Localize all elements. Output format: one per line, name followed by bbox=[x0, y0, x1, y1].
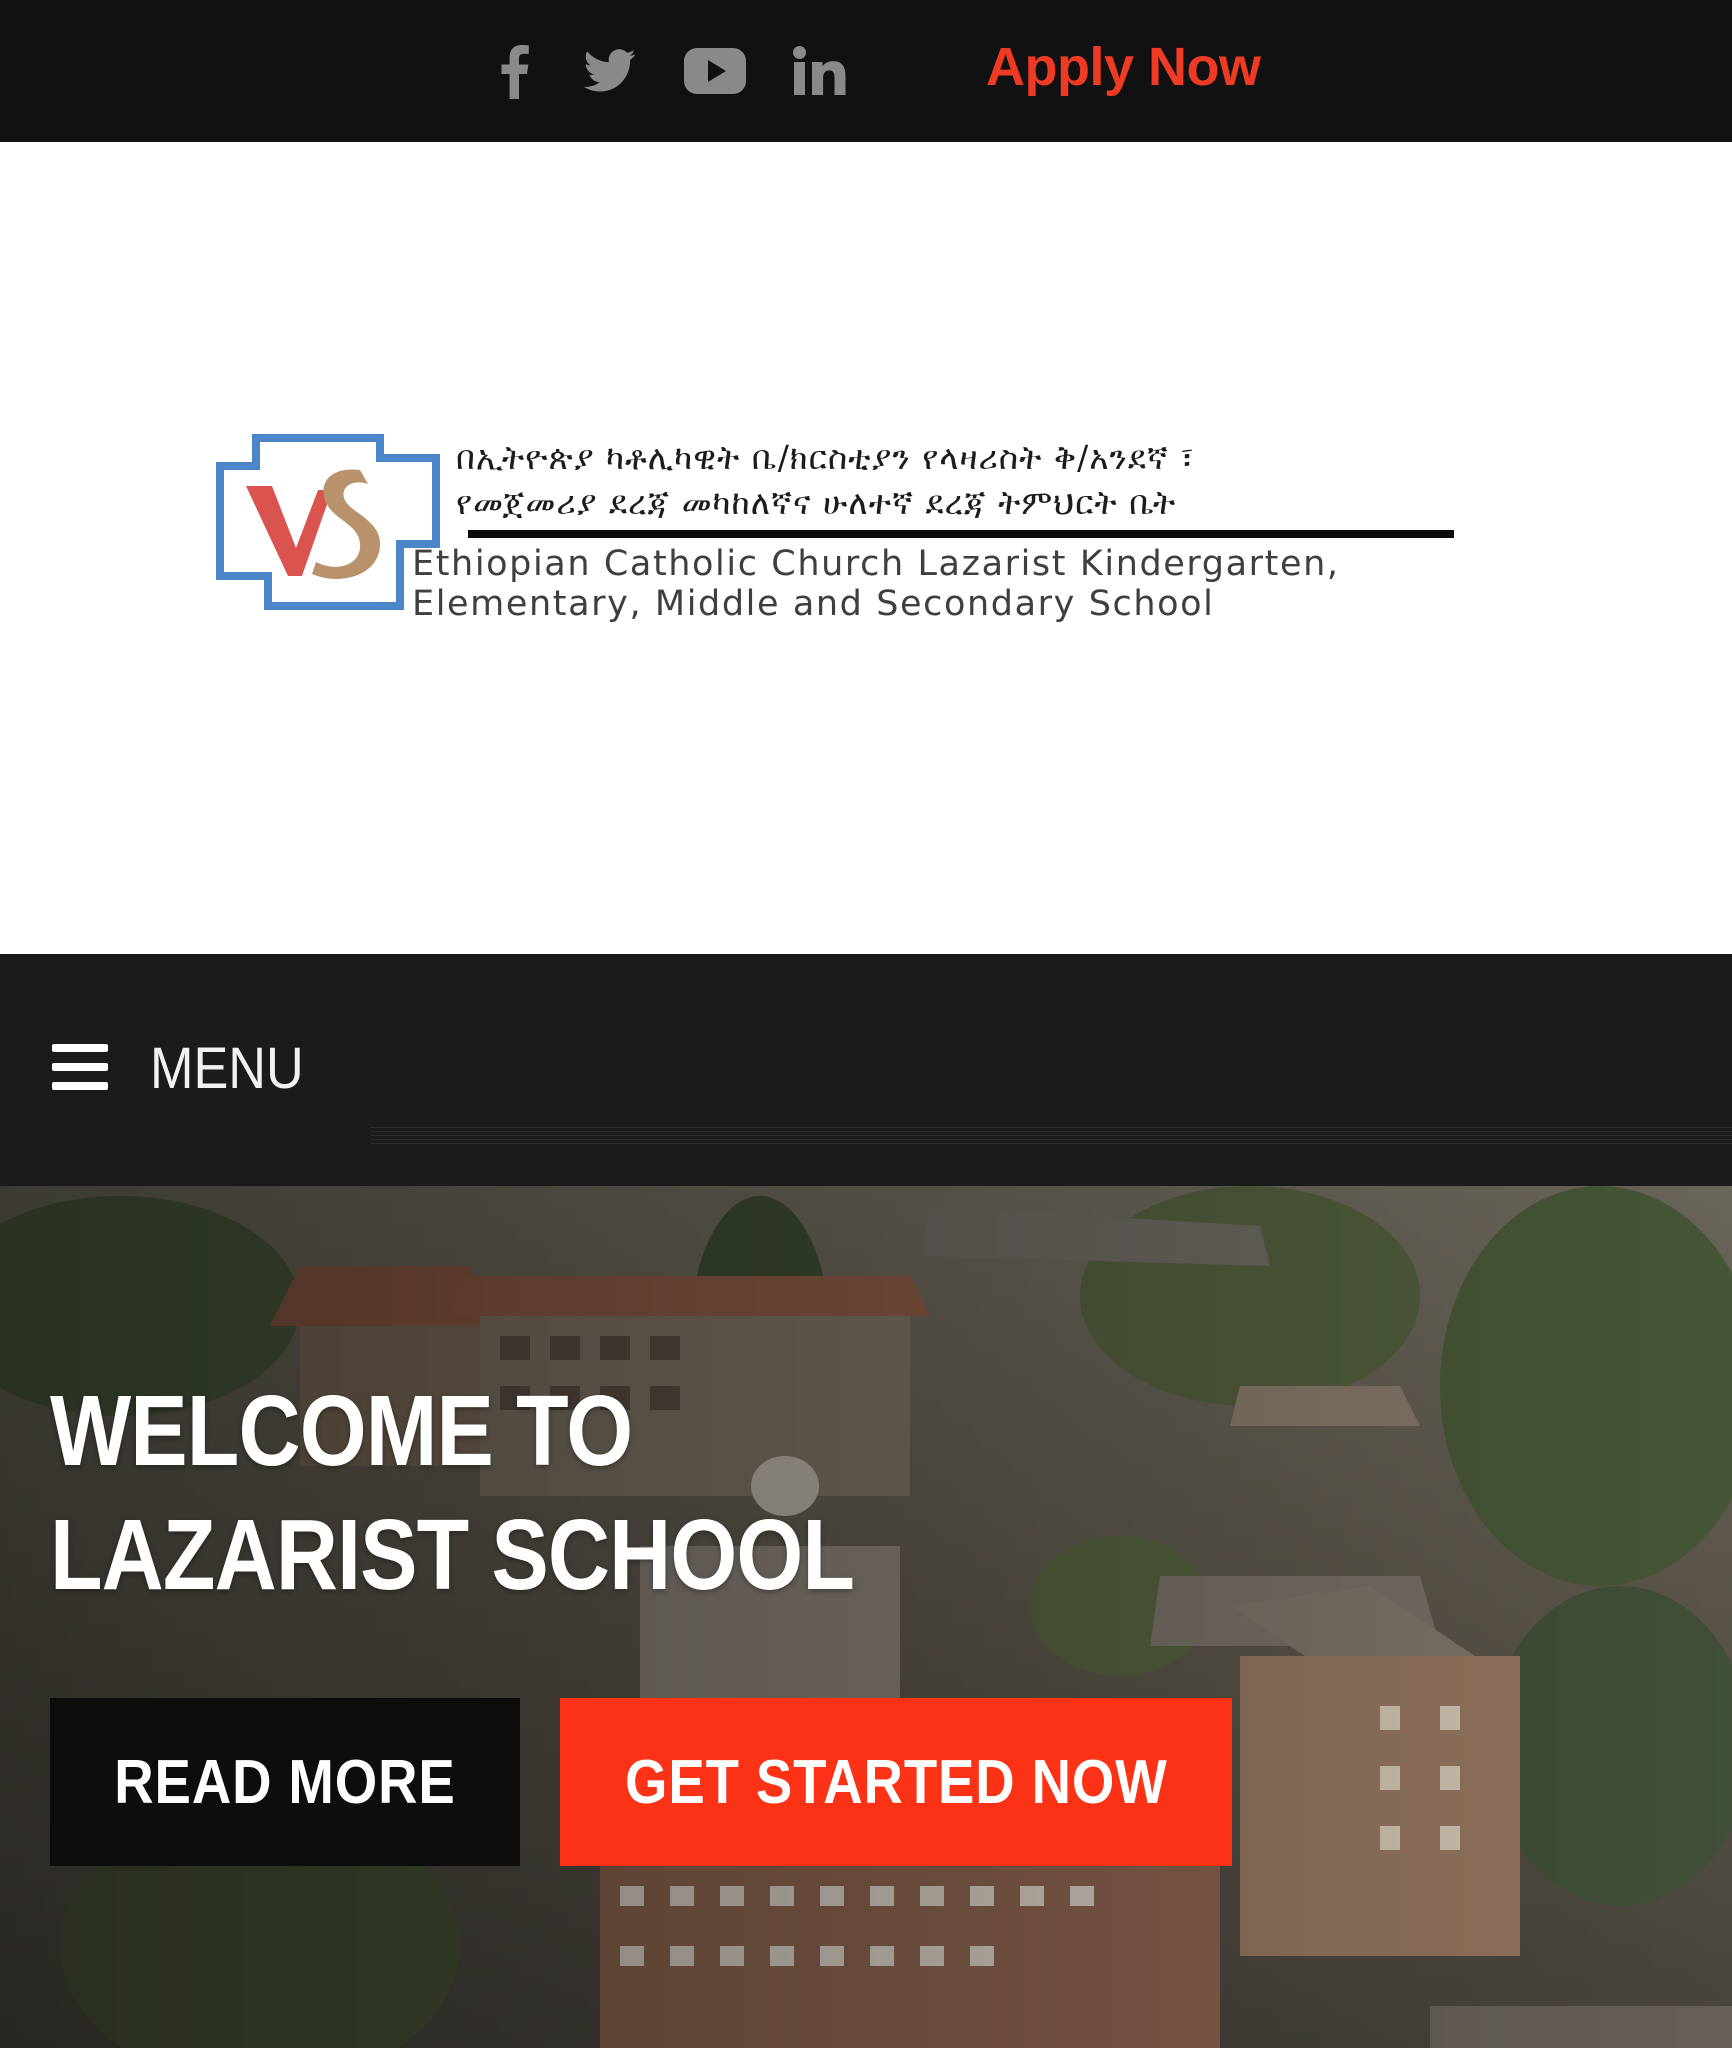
hero-banner: WELCOME TO LAZARIST SCHOOL READ MORE GET… bbox=[0, 1186, 1732, 2048]
english-name-line-1: Ethiopian Catholic Church Lazarist Kinde… bbox=[412, 544, 1340, 584]
hero-title-line-2: LAZARIST SCHOOL bbox=[50, 1499, 855, 1611]
hamburger-icon[interactable] bbox=[52, 1044, 108, 1090]
logo-divider bbox=[468, 530, 1454, 538]
hero-title-line-1: WELCOME TO bbox=[50, 1375, 633, 1487]
read-more-label: READ MORE bbox=[114, 1747, 456, 1817]
get-started-label: GET STARTED NOW bbox=[624, 1747, 1168, 1817]
apply-now-link[interactable]: Apply Now bbox=[986, 32, 1261, 102]
menu-toggle-bar[interactable]: MENU bbox=[0, 954, 1732, 1186]
english-name-line-2: Elementary, Middle and Secondary School bbox=[412, 584, 1215, 624]
twitter-icon[interactable] bbox=[578, 0, 642, 142]
menu-label[interactable]: MENU bbox=[150, 1036, 304, 1102]
read-more-button[interactable]: READ MORE bbox=[50, 1698, 520, 1866]
campus-aerial-photo bbox=[0, 1186, 1732, 2048]
top-bar: Apply Now bbox=[0, 0, 1732, 142]
facebook-icon[interactable] bbox=[490, 0, 540, 142]
amharic-name-line-1: በኢትዮጵያ ካቶሊካዊት ቤ/ክርስቲያን የላዛሪስት ቅ/አንደኛ ፣ bbox=[456, 438, 1195, 477]
amharic-name-line-2: የመጀመሪያ ደረጃ መካከለኛና ሁለተኛ ደረጃ ትምህርት ቤት bbox=[456, 483, 1177, 522]
linkedin-icon[interactable] bbox=[788, 0, 852, 142]
youtube-icon[interactable] bbox=[682, 0, 748, 142]
site-header-logo-area: በኢትዮጵያ ካቶሊካዊት ቤ/ክርስቲያን የላዛሪስት ቅ/አንደኛ ፣ የ… bbox=[0, 142, 1732, 954]
get-started-button[interactable]: GET STARTED NOW bbox=[560, 1698, 1232, 1866]
